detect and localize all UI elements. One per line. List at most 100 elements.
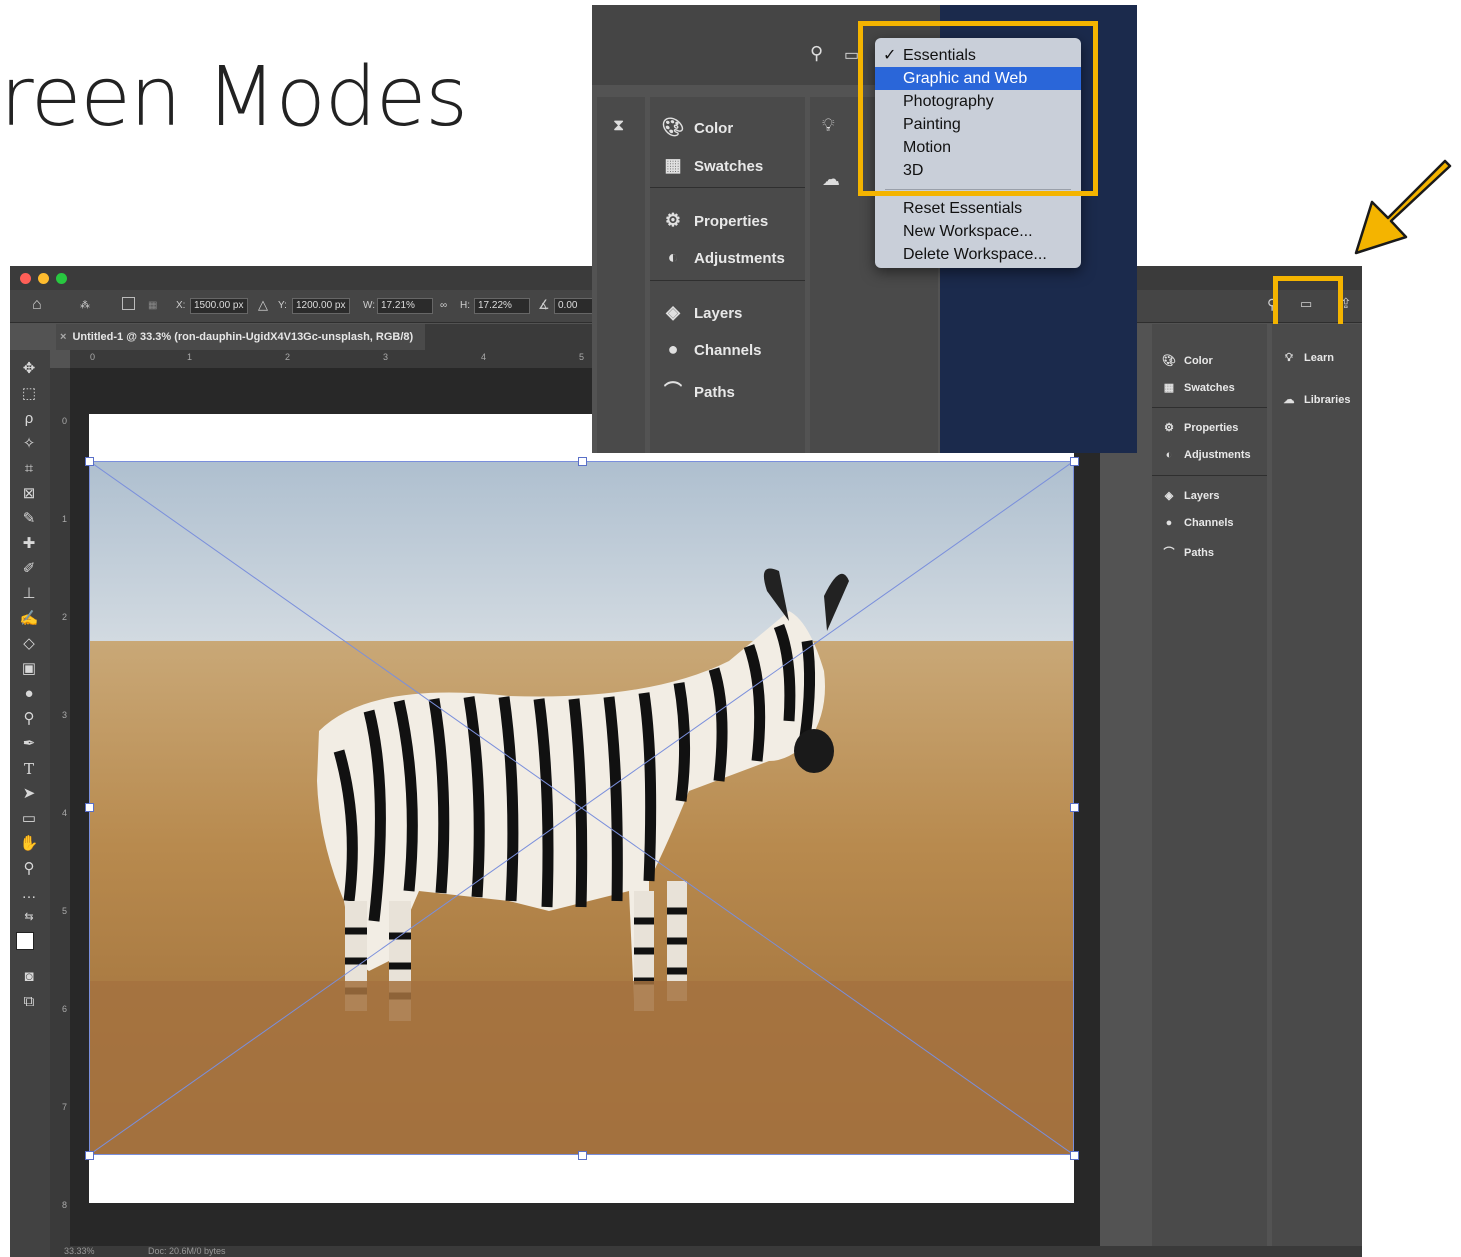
channels-panel-tab[interactable]: ● Channels (1160, 517, 1234, 529)
brush-tool-icon[interactable]: ✐ (16, 558, 42, 580)
pen-tool-icon[interactable]: ✒ (16, 733, 42, 755)
adjustments-panel-label: Adjustments (694, 250, 785, 267)
more-tools-icon[interactable]: … (16, 883, 42, 905)
relative-position-icon[interactable]: △ (258, 297, 268, 313)
paths-icon: ⌒ (664, 381, 682, 401)
transform-handle[interactable] (1070, 457, 1079, 466)
eyedropper-tool-icon[interactable]: ✎ (16, 508, 42, 530)
quick-mask-icon[interactable]: ◙ (16, 966, 42, 988)
swatches-grid-icon: ▦ (1163, 382, 1175, 394)
channels-panel-label: Channels (694, 342, 762, 359)
workspace-menu-inset: ⚲ ▭ ⧗ 🎨︎ Color ▦ Swatches ⚙ Properties ◐ Adj… (592, 5, 1137, 453)
swatches-panel-tab[interactable]: ▦ Swatches (660, 155, 763, 176)
inset-collapsed-dock: ⧗ (597, 97, 645, 453)
swatches-panel-label: Swatches (694, 158, 764, 175)
dodge-tool-icon[interactable]: ⚲ (16, 708, 42, 730)
channels-icon: ● (667, 339, 679, 359)
adjustments-panel-tab[interactable]: ◐ Adjustments (1160, 449, 1251, 461)
lasso-tool-icon[interactable]: ρ (16, 408, 42, 430)
properties-panel-tab[interactable]: ⚙ Properties (660, 210, 768, 231)
libraries-panel-tab[interactable]: ☁ Libraries (1280, 393, 1351, 406)
foreground-color-swatch[interactable] (16, 932, 34, 950)
zoom-tool-icon[interactable]: ⚲ (16, 858, 42, 880)
home-icon[interactable]: ⌂ (32, 296, 42, 314)
swatches-panel-tab[interactable]: ▦ Swatches (1160, 381, 1235, 394)
type-tool-icon[interactable]: T (16, 758, 42, 780)
layers-panel-label: Layers (1184, 490, 1220, 502)
workspace-switcher-icon[interactable]: ▭ (844, 45, 859, 65)
gradient-tool-icon[interactable]: ▣ (16, 658, 42, 680)
zoom-level[interactable]: 33.33% (64, 1246, 95, 1256)
transform-handle[interactable] (85, 1151, 94, 1160)
creative-cloud-icon[interactable]: ☁ (822, 169, 840, 190)
blur-tool-icon[interactable]: ● (16, 683, 42, 705)
swatches-panel-label: Swatches (1184, 382, 1235, 394)
link-icon[interactable]: ∞ (440, 300, 447, 311)
history-brush-tool-icon[interactable]: ✍ (16, 608, 42, 630)
ruler-h-label: 4 (481, 352, 487, 362)
h-label: H: (460, 300, 470, 311)
path-selection-tool-icon[interactable]: ➤ (16, 783, 42, 805)
channels-panel-tab[interactable]: ● Channels (660, 339, 762, 360)
history-icon[interactable]: ⧗ (613, 117, 624, 135)
reset-workspace-item[interactable]: Reset Essentials (875, 197, 1081, 220)
color-panel-tab[interactable]: 🎨︎ Color (1160, 354, 1213, 367)
learn-panel-tab[interactable]: 💡︎ Learn (1280, 352, 1334, 365)
marquee-tool-icon[interactable]: ⬚ (16, 383, 42, 405)
ruler-h-label: 1 (187, 352, 193, 362)
width-field[interactable]: 17.21% (377, 298, 433, 314)
frame-tool-icon[interactable]: ⊠ (16, 483, 42, 505)
properties-panel-label: Properties (1184, 422, 1239, 434)
zoom-window-button[interactable] (56, 273, 67, 284)
layers-panel-label: Layers (694, 305, 743, 322)
layers-panel-tab[interactable]: ◈ Layers (660, 302, 742, 323)
move-tool-options-icon[interactable]: ⁂ (80, 300, 90, 311)
panel-divider (1152, 407, 1267, 408)
hand-tool-icon[interactable]: ✋ (16, 833, 42, 855)
document-tab[interactable]: × Untitled-1 @ 33.3% (ron-dauphin-UgidX4V… (56, 324, 426, 350)
delete-workspace-item[interactable]: Delete Workspace... (875, 243, 1081, 266)
pointer-arrow-icon (1354, 159, 1452, 255)
move-tool-icon[interactable]: ✥ (16, 358, 42, 380)
ruler-v-label: 8 (62, 1200, 68, 1210)
x-position-field[interactable]: 1500.00 px (190, 298, 248, 314)
adjustments-icon: ◐ (1165, 449, 1173, 461)
eraser-tool-icon[interactable]: ◇ (16, 633, 42, 655)
vertical-ruler: 0 1 2 3 4 5 6 7 8 (50, 368, 71, 1257)
swap-colors-icon[interactable]: ⇆ (16, 906, 42, 928)
transform-handle[interactable] (85, 803, 94, 812)
rectangle-tool-icon[interactable]: ▭ (16, 808, 42, 830)
healing-brush-tool-icon[interactable]: ✚ (16, 533, 42, 555)
document-info[interactable]: Doc: 20.6M/0 bytes (148, 1246, 226, 1256)
transform-handle[interactable] (578, 1151, 587, 1160)
transform-handle[interactable] (1070, 803, 1079, 812)
transform-handle[interactable] (85, 457, 94, 466)
properties-panel-tab[interactable]: ⚙ Properties (1160, 421, 1238, 434)
adjustments-panel-tab[interactable]: ◐ Adjustments (660, 247, 785, 268)
panel-divider (1152, 475, 1267, 476)
placed-image[interactable] (89, 461, 1074, 1155)
paths-panel-tab[interactable]: ⌒ Paths (1160, 544, 1214, 560)
clone-stamp-tool-icon[interactable]: ⊥ (16, 583, 42, 605)
reference-point-icon[interactable]: ▦ (148, 300, 157, 311)
close-window-button[interactable] (20, 273, 31, 284)
layers-panel-tab[interactable]: ◈ Layers (1160, 489, 1220, 502)
quick-selection-tool-icon[interactable]: ✧ (16, 433, 42, 455)
angle-icon: ∡ (538, 297, 550, 312)
crop-tool-icon[interactable]: ⌗ (16, 458, 42, 480)
minimize-window-button[interactable] (38, 273, 49, 284)
search-icon[interactable]: ⚲ (810, 43, 823, 64)
transform-handle[interactable] (578, 457, 587, 466)
lightbulb-icon[interactable]: 💡︎ (822, 115, 835, 136)
transform-handle[interactable] (1070, 1151, 1079, 1160)
color-panel-tab[interactable]: 🎨︎ Color (660, 117, 734, 138)
tools-panel: ✥ ⬚ ρ ✧ ⌗ ⊠ ✎ ✚ ✐ ⊥ ✍ ◇ ▣ ● ⚲ ✒ T ➤ ▭ ✋ … (10, 350, 50, 1257)
height-field[interactable]: 17.22% (474, 298, 530, 314)
new-workspace-item[interactable]: New Workspace... (875, 220, 1081, 243)
screen-mode-icon[interactable]: ⧉ (16, 991, 42, 1013)
menu-action-label: Reset Essentials (903, 200, 1023, 217)
y-position-field[interactable]: 1200.00 px (292, 298, 350, 314)
paths-panel-tab[interactable]: ⌒ Paths (660, 377, 735, 403)
auto-select-checkbox[interactable] (122, 297, 135, 310)
close-tab-icon[interactable]: × (60, 331, 66, 343)
